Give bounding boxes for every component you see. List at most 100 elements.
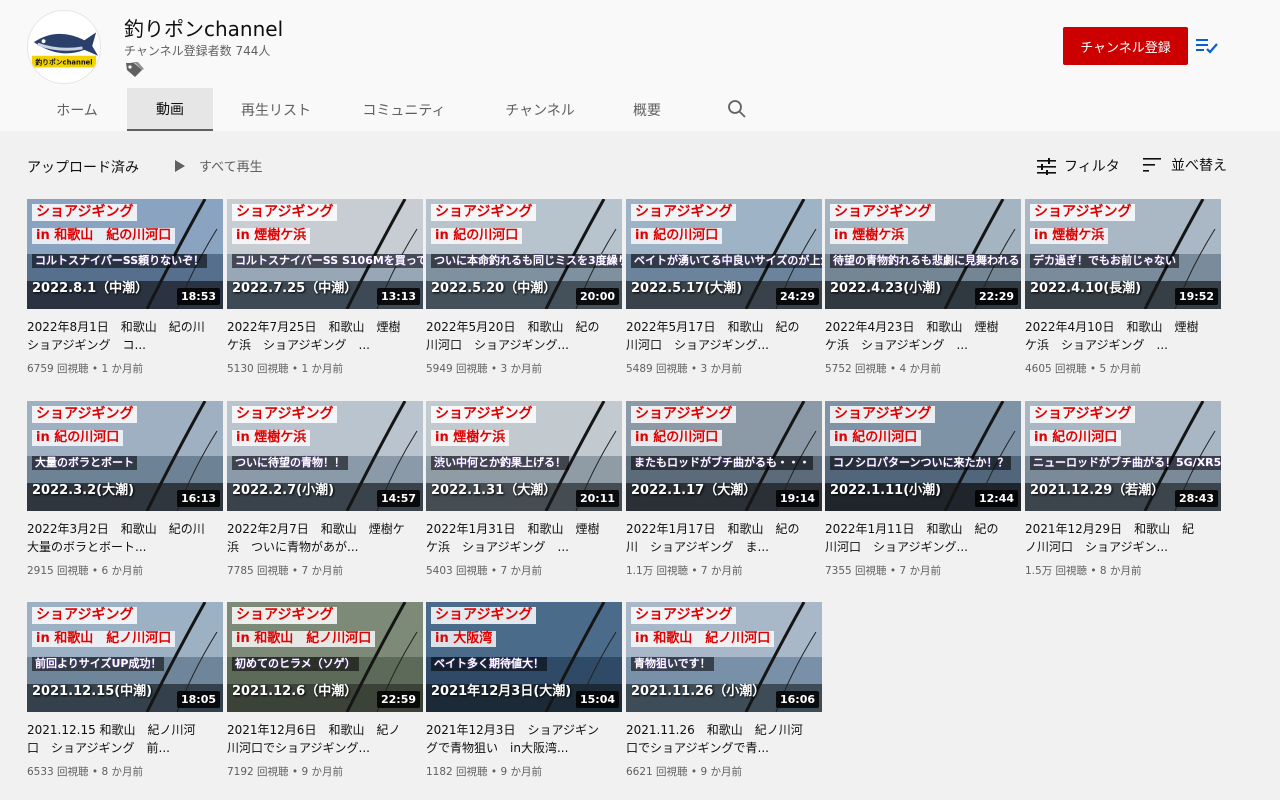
video-meta: 5489 回視聴 • 3 か月前 (626, 361, 822, 376)
channel-header: 釣りポンchannel 釣りポンchannel チャンネル登録者数 744人 チ… (0, 0, 1280, 131)
video-card[interactable]: ショアジギング in 和歌山 紀の川河口 コルトスナイパーSS頼りないぞ！ 2022.… (27, 199, 223, 376)
video-thumbnail[interactable]: ショアジギング in 紀の川河口ニューロッドがブチ曲がる！5G/XR5-1002M… (1025, 401, 1221, 511)
thumbnail-caption-date: 2022.5.17(大潮) (631, 281, 743, 296)
meta-separator: • (487, 766, 501, 778)
video-thumbnail[interactable]: ショアジギング in 紀の川河口 大量のボラとボート 2022.3.2(大潮) 16:1… (27, 401, 223, 511)
meta-separator: • (687, 766, 701, 778)
thumbnail-caption-subtitle: またもロッドがブチ曲がるも・・・ (631, 456, 813, 471)
meta-separator: • (886, 565, 900, 577)
video-title[interactable]: 2021年12月3日 ショアジギングで青物狙い in大阪湾... (426, 721, 606, 757)
video-title[interactable]: 2021.11.26 和歌山 紀ノ川河口でショアジギングで青... (626, 721, 806, 757)
meta-separator: • (1087, 565, 1100, 577)
subscribe-button[interactable]: チャンネル登録 (1063, 27, 1188, 65)
video-title[interactable]: 2022年4月10日 和歌山 煙樹ケ浜 ショアジギング ... (1025, 318, 1205, 354)
thumbnail-caption-subtitle: ついに待望の青物！！ (232, 456, 348, 471)
thumbnail-caption-date: 2022.8.1（中潮） (32, 281, 149, 296)
video-duration: 12:44 (974, 490, 1018, 507)
tag-icon[interactable] (124, 61, 144, 79)
view-count: 7355 回視聴 (825, 565, 887, 577)
video-duration: 22:59 (376, 691, 420, 708)
video-meta: 6533 回視聴 • 8 か月前 (27, 764, 223, 779)
thumbnail-caption-location: in 和歌山 紀ノ川河口 (32, 631, 176, 648)
view-count: 6759 回視聴 (27, 363, 89, 375)
video-thumbnail[interactable]: ショアジギング in 紀の川河口 コノシロパターンついに来たか！？ 2022.1.11… (825, 401, 1021, 511)
video-thumbnail[interactable]: ショアジギング in 大阪湾 ベイト多く期待値大！ 2021年12月3日(大潮) 15:… (426, 602, 622, 712)
video-meta: 4605 回視聴 • 5 か月前 (1025, 361, 1221, 376)
thumbnail-caption-date: 2022.1.17（大潮） (631, 483, 757, 498)
thumbnail-caption-date: 2022.4.10(長潮) (1030, 281, 1142, 296)
video-thumbnail[interactable]: ショアジギング in 煙樹ケ浜 待望の青物釣れるも悲劇に見舞われる！！ 2022.4.… (825, 199, 1021, 309)
tab-community[interactable]: コミュニティ (339, 88, 469, 131)
video-thumbnail[interactable]: ショアジギング in 和歌山 紀ノ川河口 初めてのヒラメ（ソゲ） 2021.12.6（… (227, 602, 423, 712)
upload-age: 9 か月前 (500, 766, 542, 778)
video-card[interactable]: ショアジギング in 煙樹ケ浜 デカ過ぎ！でもお前じゃない 2022.4.10(長潮)… (1025, 199, 1221, 376)
view-count: 7785 回視聴 (227, 565, 289, 577)
video-title[interactable]: 2022年1月11日 和歌山 紀の川河口 ショアジギング... (825, 520, 1005, 556)
video-thumbnail[interactable]: ショアジギング in 和歌山 紀ノ川河口 青物狙いです！ 2021.11.26（小潮）… (626, 602, 822, 712)
tab-playlists[interactable]: 再生リスト (213, 88, 339, 131)
video-title[interactable]: 2022年5月17日 和歌山 紀の川河口 ショアジギング... (626, 318, 806, 354)
video-thumbnail[interactable]: ショアジギング in 紀の川河口ベイトが湧いてる中良いサイズのが上がりました！ 20… (626, 199, 822, 309)
video-meta: 7355 回視聴 • 7 か月前 (825, 563, 1021, 578)
thumbnail-caption-location: in 煙樹ケ浜 (232, 228, 311, 245)
video-title[interactable]: 2021年12月29日 和歌山 紀ノ川河口 ショアジギン... (1025, 520, 1205, 556)
video-card[interactable]: ショアジギング in 煙樹ケ浜 待望の青物釣れるも悲劇に見舞われる！！ 2022.4.… (825, 199, 1021, 376)
tab-home[interactable]: ホーム (34, 88, 120, 131)
video-title[interactable]: 2021年12月6日 和歌山 紀ノ川河口でショアジギング... (227, 721, 407, 757)
video-card[interactable]: ショアジギング in 煙樹ケ浜 ついに待望の青物！！ 2022.2.7(小潮) 14:5… (227, 401, 423, 578)
video-card[interactable]: ショアジギング in 和歌山 紀ノ川河口 前回よりサイズUP成功！ 2021.12.1… (27, 602, 223, 779)
tab-channels[interactable]: チャンネル (469, 88, 611, 131)
filter-button[interactable]: フィルタ (1037, 156, 1120, 176)
video-thumbnail[interactable]: ショアジギング in 煙樹ケ浜 デカ過ぎ！でもお前じゃない 2022.4.10(長潮)… (1025, 199, 1221, 309)
video-card[interactable]: ショアジギング in 和歌山 紀ノ川河口 青物狙いです！ 2021.11.26（小潮）… (626, 602, 822, 779)
video-card[interactable]: ショアジギング in 紀の川河口 またもロッドがブチ曲がるも・・・ 2022.1.17… (626, 401, 822, 578)
video-card[interactable]: ショアジギング in 紀の川河口 大量のボラとボート 2022.3.2(大潮) 16:1… (27, 401, 223, 578)
video-thumbnail[interactable]: ショアジギング in 煙樹ケ浜 渋い中何とか釣果上げる！ 2022.1.31（大潮） 2… (426, 401, 622, 511)
upload-age: 7 か月前 (899, 565, 941, 577)
upload-age: 1 か月前 (101, 363, 143, 375)
video-thumbnail[interactable]: ショアジギング in 煙樹ケ浜 ついに待望の青物！！ 2022.2.7(小潮) 14:5… (227, 401, 423, 511)
video-card[interactable]: ショアジギング in 煙樹ケ浜 渋い中何とか釣果上げる！ 2022.1.31（大潮） 2… (426, 401, 622, 578)
video-meta: 6621 回視聴 • 9 か月前 (626, 764, 822, 779)
video-card[interactable]: ショアジギング in 大阪湾 ベイト多く期待値大！ 2021年12月3日(大潮) 15:… (426, 602, 622, 779)
meta-separator: • (88, 565, 102, 577)
video-card[interactable]: ショアジギング in 紀の川河口ニューロッドがブチ曲がる！5G/XR5-1002M… (1025, 401, 1221, 578)
thumbnail-caption-date: 2022.1.31（大潮） (431, 483, 557, 498)
thumbnail-caption-date: 2021.11.26（小潮） (631, 684, 766, 699)
video-card[interactable]: ショアジギング in 紀の川河口ベイトが湧いてる中良いサイズのが上がりました！ 20… (626, 199, 822, 376)
video-card[interactable]: ショアジギング in 紀の川河口 コノシロパターンついに来たか！？ 2022.1.11… (825, 401, 1021, 578)
notification-list-icon[interactable] (1196, 36, 1218, 56)
video-card[interactable]: ショアジギング in 和歌山 紀ノ川河口 初めてのヒラメ（ソゲ） 2021.12.6（… (227, 602, 423, 779)
video-title[interactable]: 2022年7月25日 和歌山 煙樹ケ浜 ショアジギング ... (227, 318, 407, 354)
thumbnail-caption-title: ショアジギング (1030, 406, 1136, 424)
video-title[interactable]: 2022年8月1日 和歌山 紀の川 ショアジギング コ... (27, 318, 207, 354)
channel-avatar[interactable]: 釣りポンchannel (27, 10, 101, 84)
tab-videos[interactable]: 動画 (127, 88, 213, 131)
video-title[interactable]: 2022年1月31日 和歌山 煙樹ケ浜 ショアジギング ... (426, 520, 606, 556)
video-meta: 1182 回視聴 • 9 か月前 (426, 764, 622, 779)
video-title[interactable]: 2022年2月7日 和歌山 煙樹ケ浜 ついに青物があが... (227, 520, 407, 556)
video-thumbnail[interactable]: ショアジギング in 紀の川河口ついに本命釣れるも同じミスを3度繰り返す！ 2022… (426, 199, 622, 309)
play-all-button[interactable]: すべて再生 (175, 156, 263, 175)
video-card[interactable]: ショアジギング in 煙樹ケ浜コルトスナイパーSS S106Mを買ってみた！ 202… (227, 199, 423, 376)
thumbnail-caption-subtitle: 前回よりサイズUP成功！ (32, 657, 165, 672)
video-card[interactable]: ショアジギング in 紀の川河口ついに本命釣れるも同じミスを3度繰り返す！ 2022… (426, 199, 622, 376)
channel-tabs: ホーム 動画 再生リスト コミュニティ チャンネル 概要 (34, 88, 683, 131)
video-thumbnail[interactable]: ショアジギング in 紀の川河口 またもロッドがブチ曲がるも・・・ 2022.1.17… (626, 401, 822, 511)
sort-button[interactable]: 並べ替え (1143, 155, 1227, 175)
video-title[interactable]: 2022年1月17日 和歌山 紀の川 ショアジギング ま... (626, 520, 806, 556)
video-thumbnail[interactable]: ショアジギング in 和歌山 紀の川河口 コルトスナイパーSS頼りないぞ！ 2022.… (27, 199, 223, 309)
video-title[interactable]: 2022年5月20日 和歌山 紀の川河口 ショアジギング... (426, 318, 606, 354)
search-icon[interactable] (727, 99, 747, 119)
video-title[interactable]: 2022年3月2日 和歌山 紀の川 大量のボラとボート... (27, 520, 207, 556)
thumbnail-caption-date: 2021年12月3日(大潮) (431, 684, 572, 699)
tab-about[interactable]: 概要 (611, 88, 683, 131)
video-title[interactable]: 2022年4月23日 和歌山 煙樹ケ浜 ショアジギング ... (825, 318, 1005, 354)
video-title[interactable]: 2021.12.15 和歌山 紀ノ川河口 ショアジギング 前... (27, 721, 207, 757)
upload-age: 7 か月前 (500, 565, 542, 577)
video-thumbnail[interactable]: ショアジギング in 和歌山 紀ノ川河口 前回よりサイズUP成功！ 2021.12.1… (27, 602, 223, 712)
thumbnail-caption-date: 2021.12.15(中潮) (32, 684, 153, 699)
video-meta: 5130 回視聴 • 1 か月前 (227, 361, 423, 376)
video-thumbnail[interactable]: ショアジギング in 煙樹ケ浜コルトスナイパーSS S106Mを買ってみた！ 202… (227, 199, 423, 309)
thumbnail-caption-title: ショアジギング (232, 607, 338, 625)
